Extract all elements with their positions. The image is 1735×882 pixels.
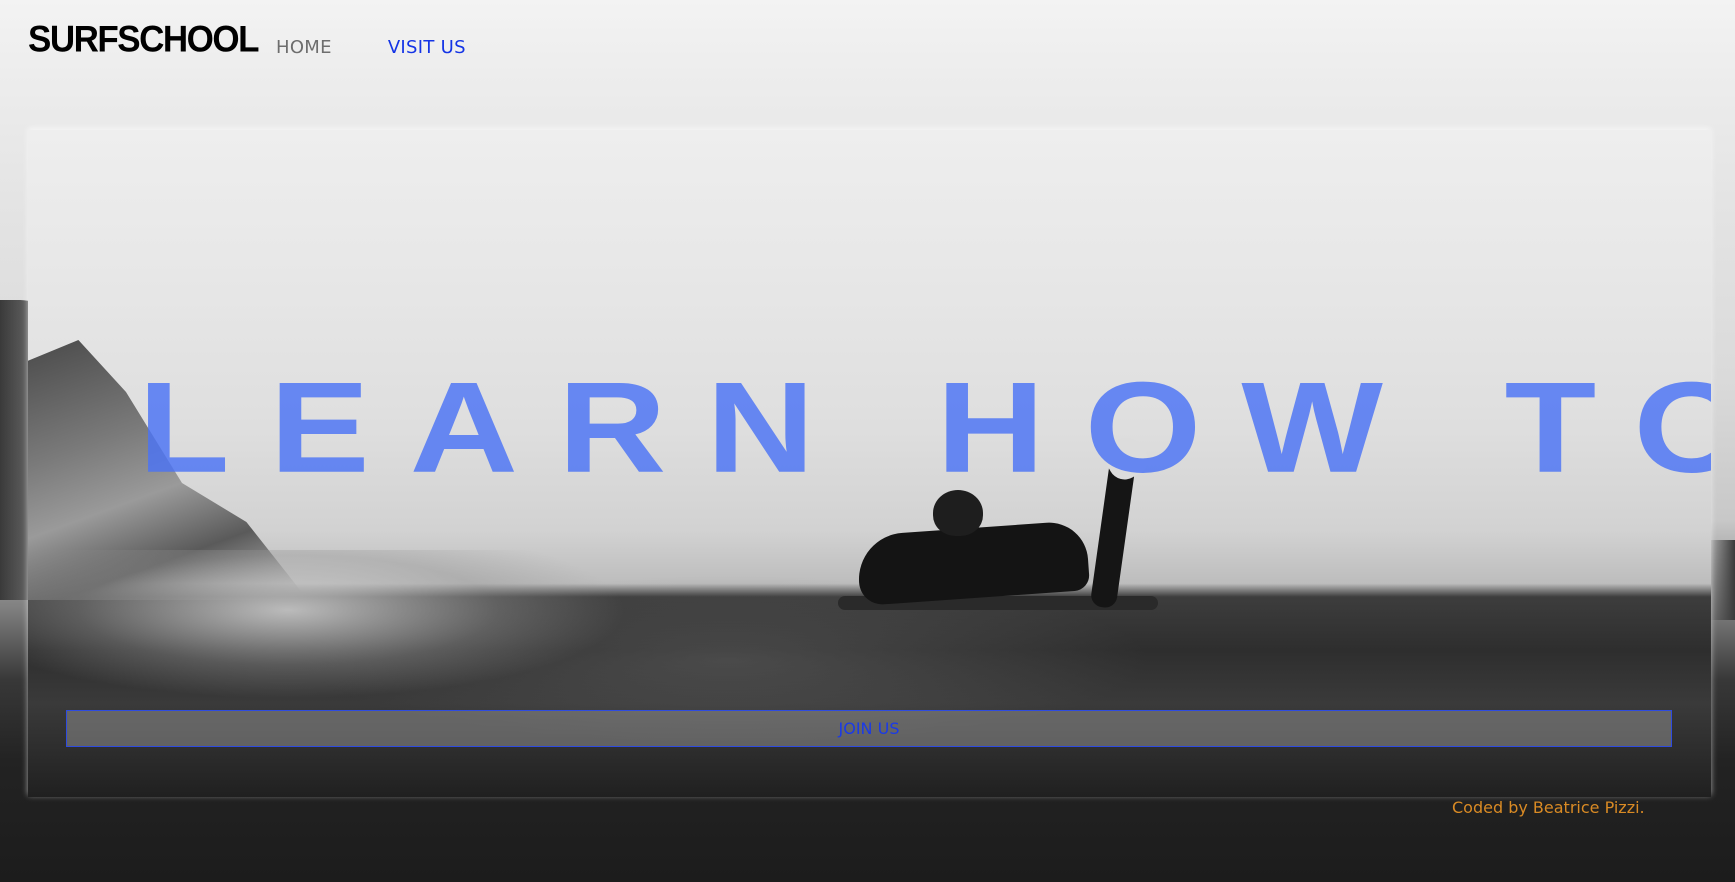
main-nav: HOME VISIT US [276, 37, 466, 58]
site-logo[interactable]: SURFSCHOOL [28, 19, 260, 61]
site-header: SURFSCHOOL HOME VISIT US [0, 0, 1735, 110]
background-rock-right [1707, 540, 1735, 620]
join-us-button[interactable]: JOIN US [66, 710, 1672, 747]
nav-link-home[interactable]: HOME [276, 37, 332, 58]
hero-headline: LEARN HOW TO SURF [138, 354, 1711, 500]
footer-credit: Coded by Beatrice Pizzi. [1452, 798, 1645, 817]
nav-link-visit-us[interactable]: VISIT US [388, 37, 466, 58]
surfer-body [855, 520, 1091, 606]
surfer-figure [838, 430, 1168, 628]
hero-section: LEARN HOW TO SURF JOIN US [28, 130, 1711, 797]
